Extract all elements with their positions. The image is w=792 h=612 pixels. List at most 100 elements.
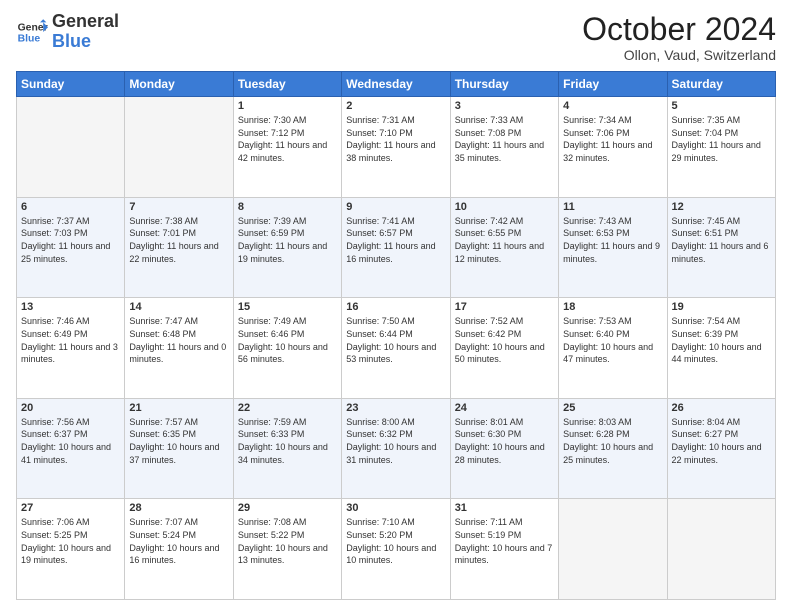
calendar-cell: 14 Sunrise: 7:47 AMSunset: 6:48 PMDayligh…	[125, 298, 233, 399]
calendar-cell: 27 Sunrise: 7:06 AMSunset: 5:25 PMDayligh…	[17, 499, 125, 600]
day-number: 6	[21, 201, 120, 213]
calendar-cell: 10 Sunrise: 7:42 AMSunset: 6:55 PMDayligh…	[450, 197, 558, 298]
day-number: 14	[129, 301, 228, 313]
calendar-table: SundayMondayTuesdayWednesdayThursdayFrid…	[16, 71, 776, 600]
day-info: Sunrise: 7:33 AMSunset: 7:08 PMDaylight:…	[455, 114, 554, 164]
day-number: 5	[672, 100, 771, 112]
day-info: Sunrise: 7:07 AMSunset: 5:24 PMDaylight:…	[129, 516, 228, 566]
calendar-cell	[17, 97, 125, 198]
week-row-5: 27 Sunrise: 7:06 AMSunset: 5:25 PMDayligh…	[17, 499, 776, 600]
calendar-cell	[667, 499, 775, 600]
day-number: 24	[455, 402, 554, 414]
day-number: 30	[346, 502, 445, 514]
day-info: Sunrise: 7:54 AMSunset: 6:39 PMDaylight:…	[672, 315, 771, 365]
day-info: Sunrise: 7:56 AMSunset: 6:37 PMDaylight:…	[21, 416, 120, 466]
day-info: Sunrise: 8:04 AMSunset: 6:27 PMDaylight:…	[672, 416, 771, 466]
day-number: 26	[672, 402, 771, 414]
day-number: 27	[21, 502, 120, 514]
day-number: 11	[563, 201, 662, 213]
page-header: General Blue General Blue October 2024 O…	[16, 12, 776, 63]
day-info: Sunrise: 7:11 AMSunset: 5:19 PMDaylight:…	[455, 516, 554, 566]
calendar-cell: 8 Sunrise: 7:39 AMSunset: 6:59 PMDaylight…	[233, 197, 341, 298]
calendar-cell: 18 Sunrise: 7:53 AMSunset: 6:40 PMDayligh…	[559, 298, 667, 399]
day-number: 20	[21, 402, 120, 414]
calendar-cell: 17 Sunrise: 7:52 AMSunset: 6:42 PMDayligh…	[450, 298, 558, 399]
day-info: Sunrise: 7:41 AMSunset: 6:57 PMDaylight:…	[346, 215, 445, 265]
calendar-cell: 7 Sunrise: 7:38 AMSunset: 7:01 PMDaylight…	[125, 197, 233, 298]
logo-icon: General Blue	[16, 16, 48, 48]
day-number: 8	[238, 201, 337, 213]
logo: General Blue General Blue	[16, 12, 119, 52]
calendar-cell: 29 Sunrise: 7:08 AMSunset: 5:22 PMDayligh…	[233, 499, 341, 600]
day-number: 10	[455, 201, 554, 213]
day-number: 17	[455, 301, 554, 313]
calendar-cell: 5Sunrise: 7:35 AMSunset: 7:04 PMDaylight…	[667, 97, 775, 198]
day-number: 12	[672, 201, 771, 213]
week-row-2: 6Sunrise: 7:37 AMSunset: 7:03 PMDaylight…	[17, 197, 776, 298]
calendar-cell: 19 Sunrise: 7:54 AMSunset: 6:39 PMDayligh…	[667, 298, 775, 399]
day-number: 22	[238, 402, 337, 414]
day-info: Sunrise: 7:06 AMSunset: 5:25 PMDaylight:…	[21, 516, 120, 566]
day-info: Sunrise: 7:52 AMSunset: 6:42 PMDaylight:…	[455, 315, 554, 365]
calendar-cell: 20 Sunrise: 7:56 AMSunset: 6:37 PMDayligh…	[17, 398, 125, 499]
day-header-wednesday: Wednesday	[342, 72, 450, 97]
day-info: Sunrise: 8:01 AMSunset: 6:30 PMDaylight:…	[455, 416, 554, 466]
calendar-cell: 22 Sunrise: 7:59 AMSunset: 6:33 PMDayligh…	[233, 398, 341, 499]
day-info: Sunrise: 7:50 AMSunset: 6:44 PMDaylight:…	[346, 315, 445, 365]
day-info: Sunrise: 7:42 AMSunset: 6:55 PMDaylight:…	[455, 215, 554, 265]
day-info: Sunrise: 7:08 AMSunset: 5:22 PMDaylight:…	[238, 516, 337, 566]
day-number: 9	[346, 201, 445, 213]
calendar-cell: 23 Sunrise: 8:00 AMSunset: 6:32 PMDayligh…	[342, 398, 450, 499]
day-header-friday: Friday	[559, 72, 667, 97]
day-info: Sunrise: 7:10 AMSunset: 5:20 PMDaylight:…	[346, 516, 445, 566]
day-number: 19	[672, 301, 771, 313]
day-info: Sunrise: 7:45 AMSunset: 6:51 PMDaylight:…	[672, 215, 771, 265]
day-number: 18	[563, 301, 662, 313]
day-info: Sunrise: 7:38 AMSunset: 7:01 PMDaylight:…	[129, 215, 228, 265]
day-header-monday: Monday	[125, 72, 233, 97]
week-row-1: 1 Sunrise: 7:30 AMSunset: 7:12 PMDaylight…	[17, 97, 776, 198]
header-row: SundayMondayTuesdayWednesdayThursdayFrid…	[17, 72, 776, 97]
day-number: 28	[129, 502, 228, 514]
calendar-cell: 31 Sunrise: 7:11 AMSunset: 5:19 PMDayligh…	[450, 499, 558, 600]
day-info: Sunrise: 7:30 AMSunset: 7:12 PMDaylight:…	[238, 114, 337, 164]
day-number: 23	[346, 402, 445, 414]
day-info: Sunrise: 7:49 AMSunset: 6:46 PMDaylight:…	[238, 315, 337, 365]
calendar-cell: 3 Sunrise: 7:33 AMSunset: 7:08 PMDaylight…	[450, 97, 558, 198]
calendar-cell: 16Sunrise: 7:50 AMSunset: 6:44 PMDayligh…	[342, 298, 450, 399]
calendar-cell: 1 Sunrise: 7:30 AMSunset: 7:12 PMDaylight…	[233, 97, 341, 198]
day-number: 7	[129, 201, 228, 213]
day-header-thursday: Thursday	[450, 72, 558, 97]
day-info: Sunrise: 8:03 AMSunset: 6:28 PMDaylight:…	[563, 416, 662, 466]
month-title: October 2024	[582, 12, 776, 47]
calendar-cell: 25 Sunrise: 8:03 AMSunset: 6:28 PMDayligh…	[559, 398, 667, 499]
day-info: Sunrise: 7:46 AMSunset: 6:49 PMDaylight:…	[21, 315, 120, 365]
day-header-sunday: Sunday	[17, 72, 125, 97]
day-number: 29	[238, 502, 337, 514]
day-info: Sunrise: 7:39 AMSunset: 6:59 PMDaylight:…	[238, 215, 337, 265]
day-header-saturday: Saturday	[667, 72, 775, 97]
calendar-cell: 12 Sunrise: 7:45 AMSunset: 6:51 PMDayligh…	[667, 197, 775, 298]
day-info: Sunrise: 7:53 AMSunset: 6:40 PMDaylight:…	[563, 315, 662, 365]
day-number: 1	[238, 100, 337, 112]
day-number: 4	[563, 100, 662, 112]
calendar-cell: 26 Sunrise: 8:04 AMSunset: 6:27 PMDayligh…	[667, 398, 775, 499]
calendar-cell: 4 Sunrise: 7:34 AMSunset: 7:06 PMDaylight…	[559, 97, 667, 198]
day-header-tuesday: Tuesday	[233, 72, 341, 97]
calendar-cell: 11Sunrise: 7:43 AMSunset: 6:53 PMDayligh…	[559, 197, 667, 298]
day-number: 31	[455, 502, 554, 514]
logo-text: General Blue	[52, 12, 119, 52]
day-number: 25	[563, 402, 662, 414]
day-number: 3	[455, 100, 554, 112]
calendar-cell: 2Sunrise: 7:31 AMSunset: 7:10 PMDaylight…	[342, 97, 450, 198]
day-info: Sunrise: 7:31 AMSunset: 7:10 PMDaylight:…	[346, 114, 445, 164]
day-info: Sunrise: 7:34 AMSunset: 7:06 PMDaylight:…	[563, 114, 662, 164]
day-info: Sunrise: 7:59 AMSunset: 6:33 PMDaylight:…	[238, 416, 337, 466]
calendar-cell	[125, 97, 233, 198]
calendar-cell: 24 Sunrise: 8:01 AMSunset: 6:30 PMDayligh…	[450, 398, 558, 499]
svg-text:Blue: Blue	[18, 33, 41, 44]
day-info: Sunrise: 8:00 AMSunset: 6:32 PMDaylight:…	[346, 416, 445, 466]
day-info: Sunrise: 7:47 AMSunset: 6:48 PMDaylight:…	[129, 315, 228, 365]
calendar-cell: 15Sunrise: 7:49 AMSunset: 6:46 PMDayligh…	[233, 298, 341, 399]
title-block: October 2024 Ollon, Vaud, Switzerland	[582, 12, 776, 63]
